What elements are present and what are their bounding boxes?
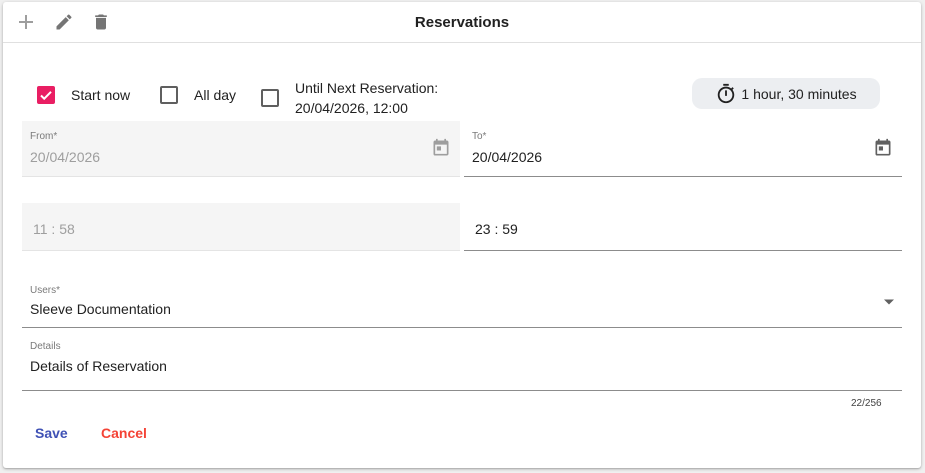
checkbox-checked-icon[interactable] <box>37 86 55 104</box>
from-date-label: From* <box>30 131 58 142</box>
until-next-reservation-text: Until Next Reservation: <box>295 80 439 96</box>
users-select[interactable]: Users* Sleeve Documentation <box>22 274 902 328</box>
details-value[interactable]: Details of Reservation <box>30 358 167 374</box>
to-date-field[interactable]: To* 20/04/2026 <box>464 121 902 177</box>
users-value[interactable]: Sleeve Documentation <box>30 301 171 317</box>
cancel-button[interactable]: Cancel <box>101 425 147 441</box>
all-day-checkbox[interactable]: All day <box>160 86 236 104</box>
details-label: Details <box>30 341 61 352</box>
from-date-field: From* 20/04/2026 <box>22 121 460 177</box>
to-date-label: To* <box>472 131 487 142</box>
page-title: Reservations <box>414 14 510 31</box>
from-time-value: 11 : 58 <box>33 221 75 237</box>
reservation-card: Reservations Start now All day Until Nex… <box>3 2 921 468</box>
to-time-field[interactable]: 23 : 59 <box>464 203 902 251</box>
character-counter: 22/256 <box>851 398 882 409</box>
to-date-underline <box>464 176 902 177</box>
from-date-value: 20/04/2026 <box>30 149 101 165</box>
checkbox-unchecked-icon[interactable] <box>261 89 279 107</box>
duration-text: 1 hour, 30 minutes <box>741 85 857 102</box>
to-time-underline <box>464 250 902 251</box>
calendar-icon <box>431 138 451 158</box>
until-next-reservation-date: 20/04/2026, 12:00 <box>295 100 408 116</box>
details-field[interactable]: Details Details of Reservation <box>22 332 902 391</box>
until-next-reservation-label: Until Next Reservation: 20/04/2026, 12:0… <box>295 78 438 118</box>
all-day-label: All day <box>194 87 237 103</box>
dropdown-arrow-icon[interactable] <box>883 298 895 306</box>
checkbox-unchecked-icon[interactable] <box>160 86 178 104</box>
users-underline <box>22 327 902 328</box>
until-next-reservation-checkbox[interactable]: Until Next Reservation: 20/04/2026, 12:0… <box>261 78 438 118</box>
save-button[interactable]: Save <box>35 425 68 441</box>
to-date-value[interactable]: 20/04/2026 <box>472 149 542 165</box>
duration-chip: 1 hour, 30 minutes <box>692 78 880 109</box>
toolbar: Reservations <box>3 2 921 43</box>
from-time-underline <box>22 250 460 251</box>
calendar-icon[interactable] <box>873 138 893 158</box>
from-time-field: 11 : 58 <box>22 203 460 251</box>
users-label: Users* <box>30 285 61 296</box>
to-time-value[interactable]: 23 : 59 <box>475 221 518 237</box>
start-now-checkbox[interactable]: Start now <box>37 86 130 104</box>
start-now-label: Start now <box>71 87 131 103</box>
details-underline <box>22 390 902 391</box>
timer-icon <box>718 83 735 103</box>
from-date-underline <box>22 176 460 177</box>
